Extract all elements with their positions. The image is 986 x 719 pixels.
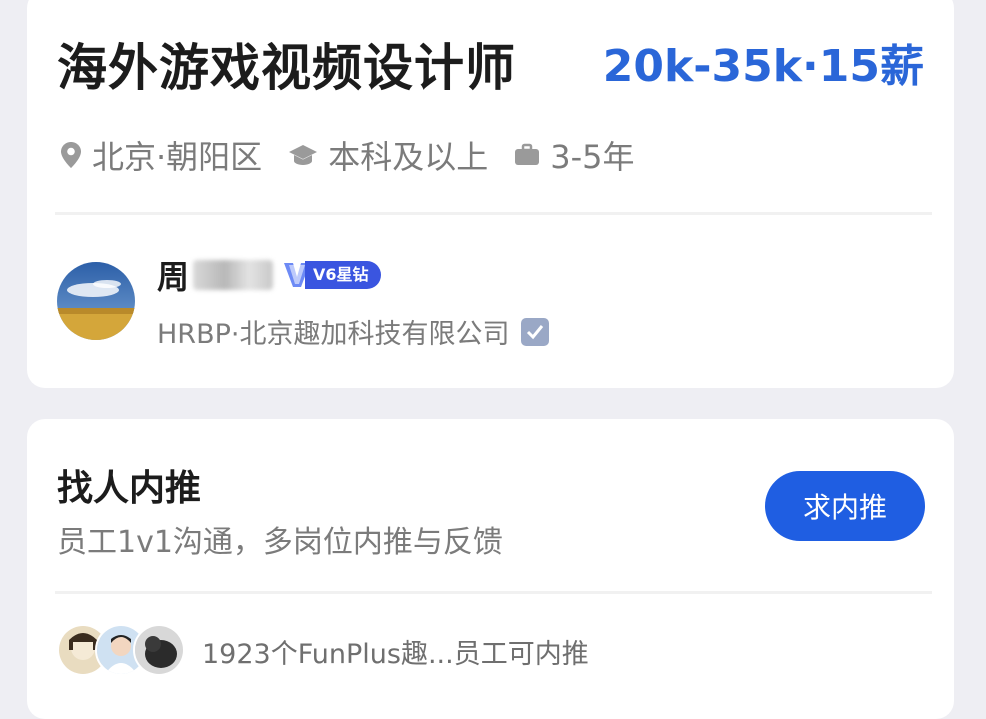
salary-range: 20k-35k·15薪 xyxy=(602,41,924,92)
recruiter-avatar[interactable] xyxy=(57,262,135,340)
employee-avatar-stack[interactable] xyxy=(57,624,187,676)
job-location: 北京·朝阳区 xyxy=(60,132,262,178)
recruiter-company: HRBP·北京趣加科技有限公司 xyxy=(157,312,550,351)
recruiter-company-label: HRBP·北京趣加科技有限公司 xyxy=(157,319,510,350)
referral-title: 找人内推 xyxy=(57,468,202,509)
job-card: 海外游戏视频设计师 20k-35k·15薪 北京·朝阳区 本科及以上 3-5年 xyxy=(27,0,954,388)
recruiter-name-blurred xyxy=(193,260,274,290)
job-education-label: 本科及以上 xyxy=(328,138,489,176)
referral-card: 找人内推 员工1v1沟通，多岗位内推与反馈 求内推 1923个FunPlus趣.… xyxy=(27,419,954,719)
referral-subtitle: 员工1v1沟通，多岗位内推与反馈 xyxy=(57,525,503,560)
referral-employee-count: 1923个FunPlus趣...员工可内推 xyxy=(202,639,589,670)
vip-badge-label: V6星钻 xyxy=(305,261,381,289)
job-meta-row: 北京·朝阳区 本科及以上 3-5年 xyxy=(60,132,660,178)
recruiter-name: 周 xyxy=(157,258,190,296)
request-referral-button[interactable]: 求内推 xyxy=(765,471,925,541)
graduation-cap-icon xyxy=(289,145,318,165)
landscape-avatar-image xyxy=(57,262,135,340)
briefcase-icon xyxy=(515,143,540,165)
job-location-label: 北京·朝阳区 xyxy=(92,138,263,176)
vip-badge: V6星钻 xyxy=(283,260,381,290)
recruiter-name-row: 周 V6星钻 xyxy=(157,252,381,298)
employee-avatar xyxy=(133,624,185,676)
divider xyxy=(55,212,932,215)
job-experience-label: 3-5年 xyxy=(550,138,635,176)
verified-check-icon xyxy=(521,317,550,346)
job-title: 海外游戏视频设计师 xyxy=(57,39,516,97)
divider xyxy=(55,591,932,594)
location-pin-icon xyxy=(61,142,81,168)
job-education: 本科及以上 xyxy=(288,132,488,178)
job-experience: 3-5年 xyxy=(514,132,634,178)
